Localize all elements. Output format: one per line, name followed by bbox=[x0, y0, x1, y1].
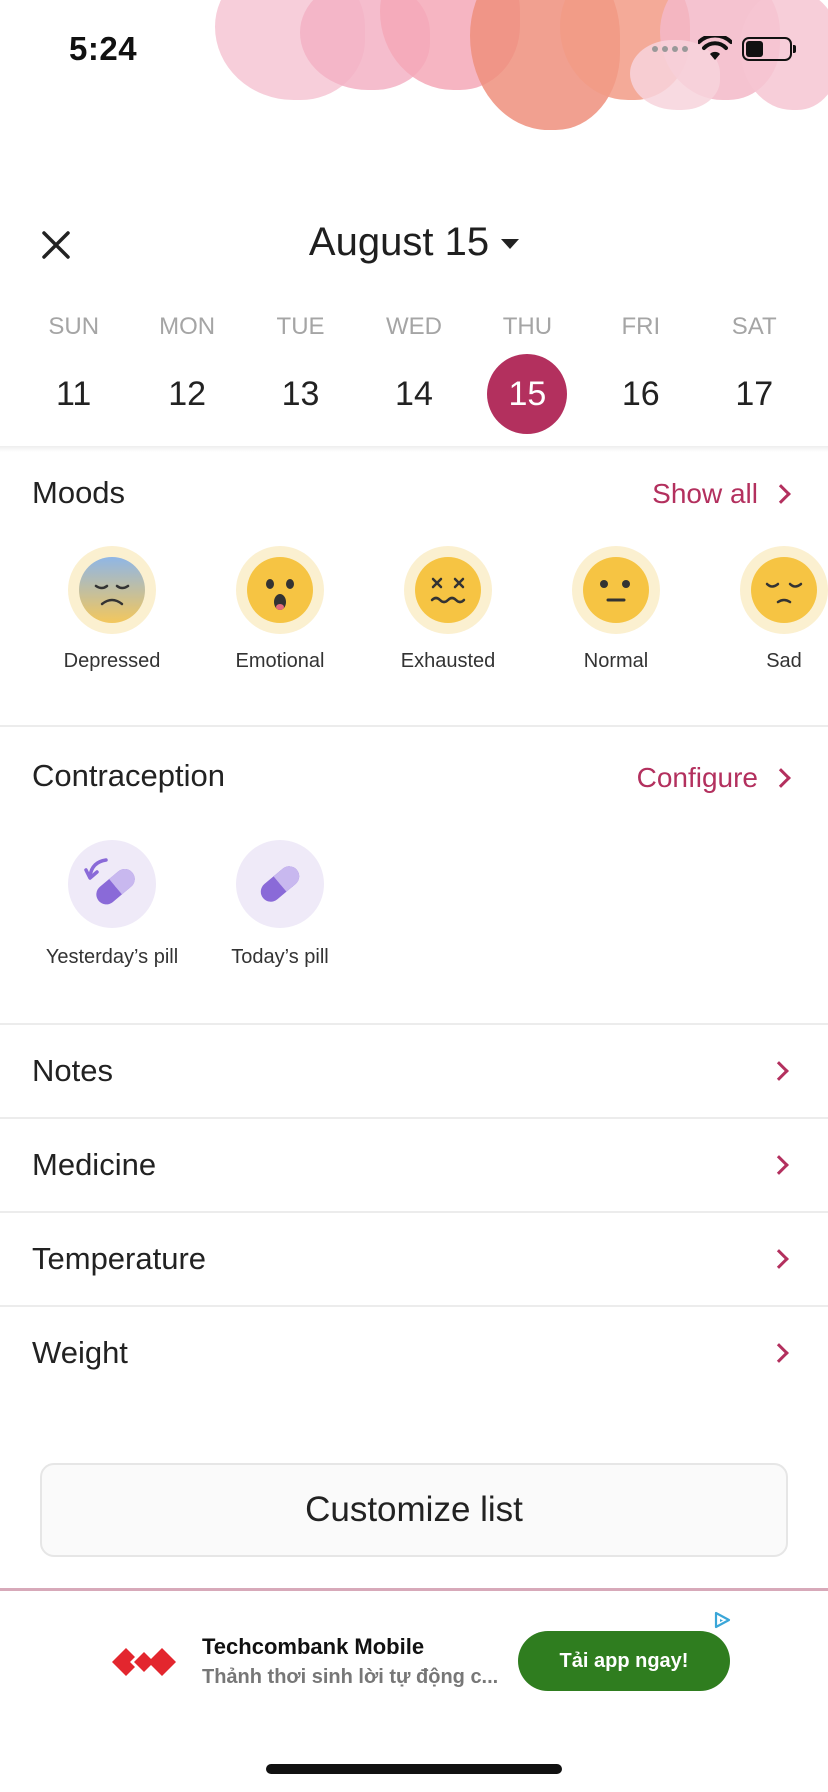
moods-show-all-link[interactable]: Show all bbox=[652, 478, 791, 510]
ad-subtitle: Thảnh thơi sinh lời tự động c... bbox=[202, 1666, 499, 1688]
day-fri[interactable]: FRI 16 bbox=[591, 310, 691, 440]
home-indicator[interactable] bbox=[266, 1764, 562, 1774]
status-bar: 5:24 bbox=[0, 0, 828, 100]
day-tue[interactable]: TUE 13 bbox=[251, 310, 351, 440]
day-number: 14 bbox=[395, 375, 433, 413]
ad-choices-icon[interactable] bbox=[712, 1610, 732, 1630]
mood-label: Normal bbox=[583, 650, 649, 672]
techcombank-logo-icon bbox=[112, 1648, 176, 1676]
status-icons bbox=[652, 36, 796, 62]
chevron-right-icon bbox=[769, 1249, 789, 1269]
day-sun[interactable]: SUN 11 bbox=[24, 310, 124, 440]
chevron-right-icon bbox=[771, 768, 791, 788]
ad-title: Techcombank Mobile bbox=[202, 1634, 425, 1659]
date-header: August 15 bbox=[0, 215, 828, 275]
day-name: TUE bbox=[276, 313, 325, 340]
customize-list-button[interactable]: Customize list bbox=[40, 1463, 788, 1557]
week-strip: SUN 11 MON 12 TUE 13 WED 14 THU 15 FRI 1… bbox=[0, 310, 828, 440]
row-label: Temperature bbox=[32, 1241, 207, 1276]
mood-label: Exhausted bbox=[400, 650, 496, 672]
chevron-right-icon bbox=[771, 484, 791, 504]
row-notes[interactable]: Notes bbox=[0, 1025, 828, 1117]
contraception-configure-link[interactable]: Configure bbox=[636, 762, 791, 794]
day-number: 11 bbox=[56, 375, 92, 413]
row-medicine[interactable]: Medicine bbox=[0, 1119, 828, 1211]
row-label: Weight bbox=[32, 1335, 128, 1370]
contraception-list: Yesterday’s pill Today’s pill bbox=[28, 840, 364, 969]
day-name: THU bbox=[502, 313, 553, 340]
moods-title: Moods bbox=[32, 475, 126, 510]
battery-icon bbox=[742, 37, 796, 61]
day-number: 13 bbox=[281, 375, 320, 413]
section-divider bbox=[0, 725, 828, 727]
signal-icon bbox=[652, 46, 688, 52]
wifi-icon bbox=[698, 36, 732, 60]
sad-face-icon bbox=[751, 557, 817, 623]
chevron-right-icon bbox=[769, 1343, 789, 1363]
day-sat[interactable]: SAT 17 bbox=[704, 310, 804, 440]
pill-undo-icon bbox=[84, 858, 135, 905]
chevron-right-icon bbox=[769, 1061, 789, 1081]
normal-face-icon bbox=[583, 557, 649, 623]
configure-label: Configure bbox=[636, 762, 758, 793]
yesterdays-pill[interactable]: Yesterday’s pill bbox=[28, 840, 196, 969]
row-label: Notes bbox=[32, 1053, 113, 1088]
status-time: 5:24 bbox=[69, 30, 138, 67]
moods-list: Depressed Emotional Exhausted Normal Sad bbox=[28, 546, 828, 686]
day-thu-selected[interactable]: THU 15 bbox=[477, 310, 577, 440]
day-wed[interactable]: WED 14 bbox=[364, 310, 464, 440]
mood-emotional[interactable]: Emotional bbox=[196, 546, 364, 686]
day-name: SUN bbox=[48, 313, 100, 340]
week-strip-shadow bbox=[0, 446, 828, 452]
chevron-right-icon bbox=[769, 1155, 789, 1175]
caret-down-icon bbox=[501, 239, 520, 250]
day-number: 16 bbox=[621, 375, 660, 413]
pill-label: Yesterday’s pill bbox=[45, 946, 179, 968]
date-title: August 15 bbox=[308, 220, 490, 264]
day-mon[interactable]: MON 12 bbox=[137, 310, 237, 440]
day-number: 17 bbox=[735, 375, 774, 413]
show-all-label: Show all bbox=[652, 478, 758, 509]
pill-icon bbox=[260, 866, 300, 902]
row-temperature[interactable]: Temperature bbox=[0, 1213, 828, 1305]
ad-cta-button[interactable]: Tải app ngay! bbox=[518, 1631, 730, 1691]
emotional-face-icon bbox=[247, 557, 313, 623]
row-weight[interactable]: Weight bbox=[0, 1307, 828, 1399]
day-number: 15 bbox=[487, 354, 568, 434]
mood-depressed[interactable]: Depressed bbox=[28, 546, 196, 686]
todays-pill[interactable]: Today’s pill bbox=[196, 840, 364, 969]
day-name: WED bbox=[385, 313, 442, 340]
mood-label: Emotional bbox=[235, 650, 325, 672]
mood-sad[interactable]: Sad bbox=[700, 546, 828, 686]
exhausted-face-icon bbox=[415, 557, 481, 623]
day-name: MON bbox=[159, 313, 216, 340]
day-number: 12 bbox=[168, 375, 207, 413]
mood-normal[interactable]: Normal bbox=[532, 546, 700, 686]
contraception-title: Contraception bbox=[32, 758, 226, 793]
ad-banner[interactable]: Techcombank Mobile Thảnh thơi sinh lời t… bbox=[0, 1596, 828, 1792]
pill-label: Today’s pill bbox=[231, 946, 329, 968]
day-name: SAT bbox=[731, 313, 777, 340]
sheet-bottom-edge bbox=[0, 1588, 828, 1591]
day-name: FRI bbox=[621, 313, 661, 340]
mood-label: Sad bbox=[766, 650, 802, 672]
row-label: Medicine bbox=[32, 1147, 157, 1182]
mood-exhausted[interactable]: Exhausted bbox=[364, 546, 532, 686]
mood-label: Depressed bbox=[63, 650, 161, 672]
depressed-face-icon bbox=[79, 557, 145, 623]
date-picker-button[interactable]: August 15 bbox=[0, 220, 828, 265]
